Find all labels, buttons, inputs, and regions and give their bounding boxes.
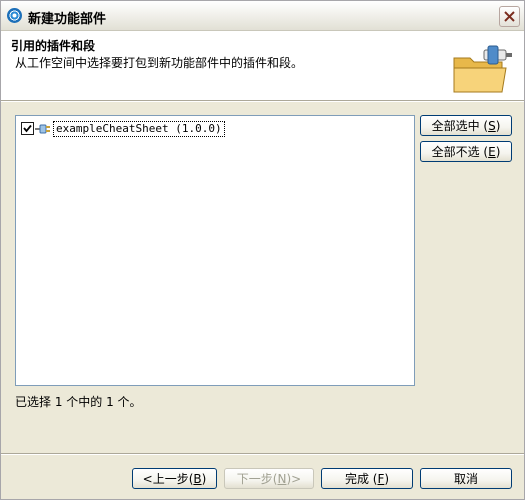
eclipse-app-icon <box>7 8 22 23</box>
next-suffix: > <box>291 472 302 486</box>
select-all-label: 全部选中 <box>431 119 480 133</box>
deselect-all-button[interactable]: 全部不选 (E) <box>420 141 512 162</box>
finish-mnemonic: F <box>377 472 385 486</box>
select-all-button[interactable]: 全部选中 (S) <box>420 115 512 136</box>
next-mnemonic: N <box>277 472 287 486</box>
back-button[interactable]: <上一步(B) <box>132 468 217 489</box>
page-title: 引用的插件和段 <box>11 39 96 53</box>
footer-separator-highlight <box>1 454 524 455</box>
finish-label: 完成 <box>344 472 369 486</box>
close-icon <box>504 11 515 22</box>
plugin-icon <box>35 124 50 134</box>
item-checkbox[interactable] <box>21 122 34 135</box>
page-description: 从工作空间中选择要打包到新功能部件中的插件和段。 <box>15 56 304 70</box>
select-all-mnemonic: S <box>488 119 496 133</box>
close-button[interactable] <box>499 6 520 27</box>
banner-separator <box>1 101 524 102</box>
selection-status: 已选择 1 个中的 1 个。 <box>15 395 142 409</box>
finish-button[interactable]: 完成 (F) <box>321 468 413 489</box>
next-button[interactable]: 下一步(N)> <box>224 468 314 489</box>
next-label: 下一步 <box>236 472 273 486</box>
tree-item-label: exampleCheatSheet (1.0.0) <box>53 121 225 137</box>
back-mnemonic: B <box>193 472 202 486</box>
checkmark-icon <box>23 124 32 133</box>
back-label: <上一步 <box>142 472 189 486</box>
cancel-button[interactable]: 取消 <box>420 468 512 489</box>
folder-plugin-icon <box>453 45 512 93</box>
wizard-banner: 引用的插件和段 从工作空间中选择要打包到新功能部件中的插件和段。 <box>1 31 524 101</box>
plugin-tree[interactable]: exampleCheatSheet (1.0.0) <box>15 115 415 386</box>
title-bar[interactable]: 新建功能部件 <box>1 1 524 31</box>
deselect-all-mnemonic: E <box>488 145 496 159</box>
new-feature-dialog: 新建功能部件 引用的插件和段 从工作空间中选择要打包到新功能部件中的插件和段。 <box>0 0 525 500</box>
deselect-all-label: 全部不选 <box>431 145 480 159</box>
cancel-label: 取消 <box>453 472 478 486</box>
window-title: 新建功能部件 <box>28 12 107 27</box>
